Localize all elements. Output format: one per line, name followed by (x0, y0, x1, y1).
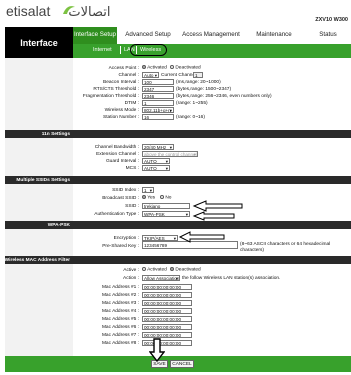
frag-hint: (bytes,range: 256~2346, even numbers onl… (176, 94, 272, 99)
beacon-interval-input[interactable]: 100 (142, 79, 174, 85)
label-ssid-index: SSID Index : (112, 188, 139, 193)
ap-activated-radio[interactable] (142, 65, 146, 69)
label-frag-threshold: Fragmentation Threshold : (82, 94, 139, 99)
label-encryption: Encryption : (113, 236, 139, 241)
logo-text: etisalat (6, 3, 51, 19)
subtab-internet[interactable]: Internet (93, 47, 112, 53)
label-mac-7: Mac Address #7 : (101, 333, 139, 338)
tab-access-management[interactable]: Access Management (179, 27, 243, 44)
mcs-select[interactable]: AUTO (142, 165, 170, 171)
model-name: ZXV10 W300 (315, 17, 348, 23)
ssid-index-select[interactable]: 1 (142, 187, 154, 193)
label-mac-4: Mac Address #4 : (101, 309, 139, 314)
label-beacon-interval: Beacon Interval : (103, 80, 139, 85)
rts-hint: (bytes,range: 1500~2347) (176, 87, 232, 92)
etisalat-swoosh-icon (63, 6, 75, 14)
mac-address-input-5[interactable]: 00:00:00:00:00:00 (142, 316, 192, 322)
ssid-input[interactable]: trekiano (142, 203, 190, 209)
label-rts-threshold: RTS/CTS Threshold : (93, 87, 139, 92)
sub-navigation (73, 44, 351, 58)
broadcast-yes-radio[interactable] (142, 195, 146, 199)
label-mac-6: Mac Address #6 : (101, 325, 139, 330)
label-broadcast-ssid: Broadcast SSID : (102, 196, 139, 201)
annotation-arrow-icon (192, 200, 243, 221)
label-ssid: SSID : (125, 204, 139, 209)
label-pre-shared-key: Pre-Shared Key : (102, 244, 139, 249)
label-mcs: MCS : (125, 166, 139, 171)
mac-address-input-4[interactable]: 00:00:00:00:00:00 (142, 308, 192, 314)
channel-select[interactable]: Auto (142, 72, 159, 78)
label-mac-1: Mac Address #1 : (101, 285, 139, 290)
section-wpa-title: WPA-PSK (47, 222, 70, 228)
label-extension-channel: Extension Channel : (96, 152, 139, 157)
mac-action-select[interactable]: Allow Association (142, 275, 180, 281)
extension-channel-select[interactable]: above the control channel (142, 151, 198, 157)
mac-address-input-1[interactable]: 00:00:00:00:00:00 (142, 284, 192, 290)
label-station-number: Station Number : (103, 115, 139, 120)
mac-address-input-2[interactable]: 00:00:00:00:00:00 (142, 292, 192, 298)
guard-interval-select[interactable]: AUTO (142, 158, 170, 164)
label-wireless-mode: Wireless Mode : (104, 108, 139, 113)
broadcast-no-radio[interactable] (160, 195, 164, 199)
rts-threshold-input[interactable]: 2347 (142, 86, 174, 92)
label-mac-3: Mac Address #3 : (101, 301, 139, 306)
label-dtim: DTIM : (124, 101, 139, 106)
left-column (5, 58, 73, 361)
dtim-input[interactable]: 1 (142, 100, 174, 106)
tab-maintenance[interactable]: Maintenance (243, 27, 305, 44)
label-mac-8: Mac Address #8 : (101, 341, 139, 346)
mac-deactivated-radio[interactable] (170, 267, 174, 271)
section-mac-title: Wireless MAC Address Filter (4, 257, 70, 263)
ap-deactivated-label: Deactivated (175, 65, 201, 71)
ap-deactivated-radio[interactable] (170, 65, 174, 69)
station-number-input[interactable]: 16 (142, 114, 174, 120)
wireless-highlight-circle (130, 44, 167, 56)
broadcast-yes-label: Yes (147, 195, 156, 201)
frag-threshold-input[interactable]: 2346 (142, 93, 174, 99)
channel-bandwidth-select[interactable]: 20/40 MHz (142, 144, 174, 150)
label-channel-bandwidth: Channel Bandwidth : (94, 145, 139, 150)
tab-advanced-setup[interactable]: Advanced Setup (117, 27, 179, 44)
section-title-interface: Interface (5, 27, 73, 58)
section-mac-filter: Wireless MAC Address Filter (5, 256, 351, 264)
subtab-divider (120, 46, 121, 54)
section-11n-title: 11n Settings (41, 131, 70, 137)
section-11n-settings: 11n Settings (5, 130, 351, 138)
annotation-arrow-icon (149, 338, 165, 362)
mac-action-hint: the follow Wireless LAN station(s) assoc… (182, 276, 281, 281)
label-mac-active: Active : (123, 268, 139, 273)
station-hint: (range: 0~16) (176, 115, 205, 120)
section-multiple-ssids: Multiple SSIDs Settings (5, 176, 351, 184)
tab-status[interactable]: Status (305, 27, 351, 44)
cancel-button[interactable]: CANCEL (170, 360, 194, 368)
label-mac-action: Action : (123, 276, 139, 281)
dtim-hint: (range: 1~255) (176, 101, 208, 106)
beacon-hint: (ms,range: 20~1000) (176, 80, 221, 85)
wireless-mode-select[interactable]: 802.11b+g+n (142, 107, 174, 113)
ap-activated-label: Activated (147, 65, 167, 71)
label-mac-5: Mac Address #5 : (101, 317, 139, 322)
page-header: etisalat اتصالات ZXV10 W300 (0, 0, 351, 27)
annotation-arrow-icon (178, 231, 225, 243)
tab-interface-setup[interactable]: Interface Setup (73, 27, 117, 44)
key-hint: (8~63 ASCII characters or 64 hexadecimal… (240, 242, 331, 253)
mac-address-input-3[interactable]: 00:00:00:00:00:00 (142, 300, 192, 306)
section-wpa-psk: WPA-PSK (5, 221, 351, 229)
label-mac-2: Mac Address #2 : (101, 293, 139, 298)
label-auth-type: Authentication Type : (94, 212, 139, 217)
mac-activated-label: Activated (147, 267, 167, 273)
label-access-point: Access Point : (108, 66, 139, 71)
current-channel-value: 1 (193, 72, 203, 78)
mac-activated-radio[interactable] (142, 267, 146, 271)
section-ssid-title: Multiple SSIDs Settings (16, 177, 70, 183)
etisalat-logo: etisalat اتصالات (6, 3, 110, 20)
auth-type-select[interactable]: WPA-PSK (142, 211, 190, 217)
broadcast-no-label: No (165, 195, 172, 201)
label-guard-interval: Guard Interval : (105, 159, 139, 164)
label-channel: Channel : (118, 73, 139, 78)
mac-deactivated-label: Deactivated (175, 267, 201, 273)
mac-address-input-6[interactable]: 00:00:00:00:00:00 (142, 324, 192, 330)
